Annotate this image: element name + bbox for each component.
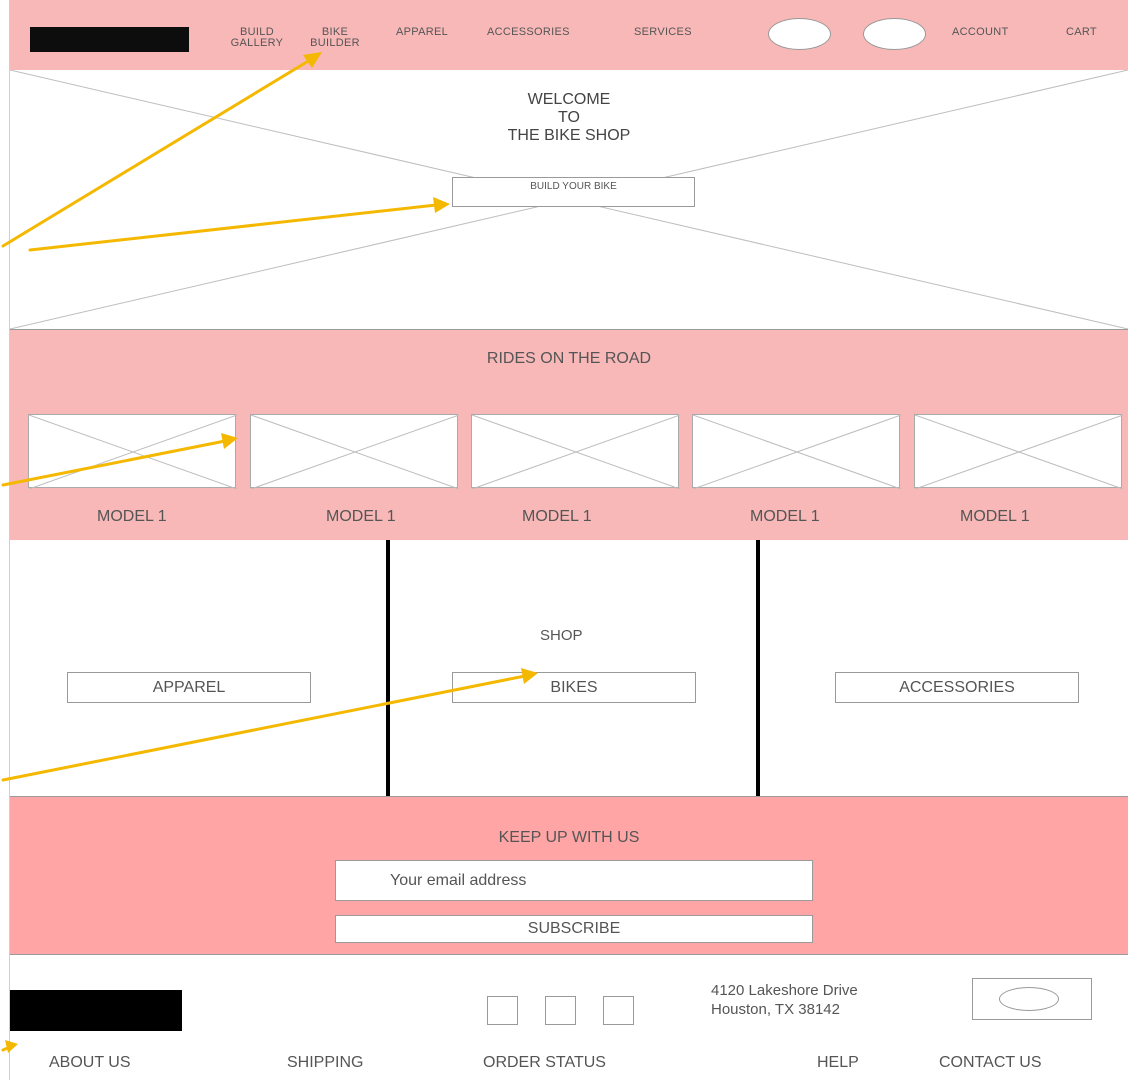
model-label[interactable]: MODEL 1 (750, 508, 820, 526)
image-placeholder-icon (693, 415, 901, 489)
newsletter-section: KEEP UP WITH US SUBSCRIBE (10, 797, 1128, 955)
rides-title: RIDES ON THE ROAD (486, 350, 652, 367)
address-line1: 4120 Lakeshore Drive (711, 982, 858, 999)
social-icon[interactable] (487, 996, 518, 1025)
newsletter-title: KEEP UP WITH US (498, 829, 640, 846)
hero-title-line3: THE BIKE SHOP (507, 127, 631, 144)
footer-link-shipping[interactable]: SHIPPING (287, 1054, 363, 1072)
footer-link-help[interactable]: HELP (817, 1054, 859, 1072)
model-thumbnail[interactable] (28, 414, 237, 489)
nav-build-gallery[interactable]: BUILD GALLERY (227, 27, 287, 49)
nav-services[interactable]: SERVICES (634, 27, 692, 38)
footer-logo-placeholder[interactable] (10, 990, 182, 1031)
model-thumbnail[interactable] (471, 414, 680, 489)
address-line2: Houston, TX 38142 (711, 1001, 840, 1018)
profile-circle-icon[interactable] (863, 18, 926, 50)
shop-apparel-button[interactable]: APPAREL (67, 672, 311, 703)
image-placeholder-icon (472, 415, 680, 489)
nav-bike-builder-line2: BUILDER (310, 37, 360, 49)
model-label[interactable]: MODEL 1 (97, 508, 167, 526)
nav-apparel[interactable]: APPAREL (396, 27, 448, 38)
hero-section: WELCOME TO THE BIKE SHOP BUILD YOUR BIKE (10, 70, 1128, 330)
map-placeholder[interactable] (972, 978, 1092, 1020)
site-header: BUILD GALLERY BIKE BUILDER APPAREL ACCES… (10, 0, 1128, 71)
social-icon[interactable] (545, 996, 576, 1025)
logo-placeholder[interactable] (30, 27, 189, 52)
nav-cart[interactable]: CART (1066, 27, 1097, 38)
social-icon[interactable] (603, 996, 634, 1025)
image-placeholder-icon (251, 415, 459, 489)
model-thumbnail[interactable] (914, 414, 1123, 489)
search-circle-icon[interactable] (768, 18, 831, 50)
image-placeholder-icon (29, 415, 237, 489)
subscribe-button[interactable]: SUBSCRIBE (335, 915, 813, 943)
model-thumbnail[interactable] (250, 414, 459, 489)
model-label[interactable]: MODEL 1 (522, 508, 592, 526)
shop-section: SHOP APPAREL BIKES ACCESSORIES (10, 540, 1128, 797)
footer-link-contact-us[interactable]: CONTACT US (939, 1054, 1042, 1072)
nav-bike-builder[interactable]: BIKE BUILDER (304, 27, 366, 49)
build-your-bike-button[interactable]: BUILD YOUR BIKE (452, 177, 695, 207)
image-placeholder-icon (915, 415, 1123, 489)
hero-title: WELCOME TO THE BIKE SHOP (10, 91, 1128, 145)
nav-account[interactable]: ACCOUNT (952, 27, 1009, 38)
footer-address: 4120 Lakeshore Drive Houston, TX 38142 (711, 981, 858, 1019)
footer-link-about-us[interactable]: ABOUT US (49, 1054, 131, 1072)
shop-divider (756, 540, 760, 796)
hero-title-line1: WELCOME (527, 91, 611, 108)
footer-link-order-status[interactable]: ORDER STATUS (483, 1054, 606, 1072)
model-thumbnail[interactable] (692, 414, 901, 489)
shop-title: SHOP (540, 627, 583, 644)
shop-divider (386, 540, 390, 796)
hero-title-line2: TO (558, 109, 580, 126)
shop-accessories-button[interactable]: ACCESSORIES (835, 672, 1079, 703)
model-label[interactable]: MODEL 1 (326, 508, 396, 526)
map-pin-icon (999, 987, 1059, 1011)
shop-bikes-button[interactable]: BIKES (452, 672, 696, 703)
model-label[interactable]: MODEL 1 (960, 508, 1030, 526)
email-field[interactable] (335, 860, 813, 901)
nav-accessories[interactable]: ACCESSORIES (487, 27, 570, 38)
rides-section: RIDES ON THE ROAD MODEL 1 MODEL 1 MODEL … (10, 330, 1128, 540)
nav-build-gallery-line2: GALLERY (230, 37, 284, 49)
